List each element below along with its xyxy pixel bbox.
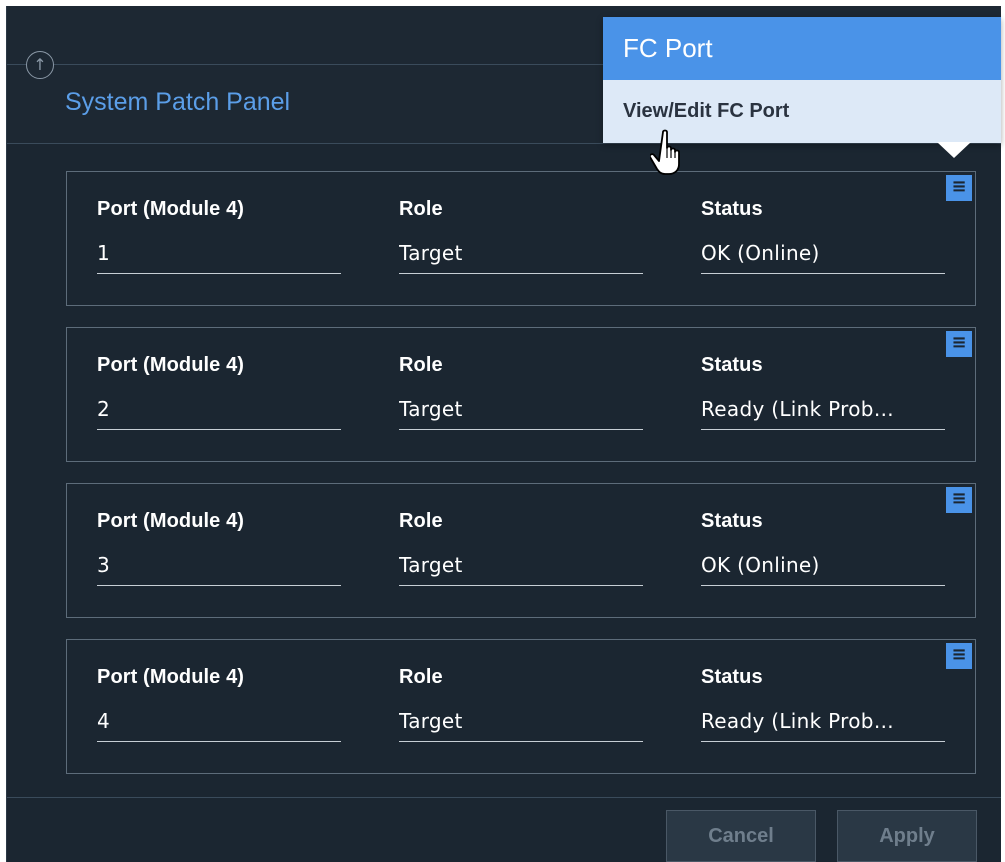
role-value: Target <box>399 709 643 742</box>
status-field: Status OK (Online) <box>701 198 945 274</box>
status-label: Status <box>701 510 763 532</box>
role-value: Target <box>399 241 643 274</box>
popup-title: FC Port <box>603 17 1001 80</box>
status-label: Status <box>701 666 763 688</box>
fc-port-popup-menu: FC Port View/Edit FC Port <box>603 17 1001 143</box>
port-label: Port (Module 4) <box>97 510 245 532</box>
hamburger-menu-icon[interactable]: ≡ <box>946 643 972 669</box>
role-field: Role Target <box>399 666 643 742</box>
port-value: 1 <box>97 241 341 274</box>
apply-button[interactable]: Apply <box>837 810 977 862</box>
port-card-2: Port (Module 4) 2 Role Target Status Rea… <box>66 327 976 462</box>
role-label: Role <box>399 510 443 532</box>
port-field: Port (Module 4) 4 <box>97 666 341 742</box>
role-label: Role <box>399 666 443 688</box>
role-label: Role <box>399 198 443 220</box>
port-value: 3 <box>97 553 341 586</box>
hand-pointer-cursor-icon <box>650 129 680 175</box>
port-card-1: Port (Module 4) 1 Role Target Status OK … <box>66 171 976 306</box>
hamburger-menu-icon[interactable]: ≡ <box>946 175 972 201</box>
header-bottom-divider <box>7 143 1001 144</box>
status-label: Status <box>701 198 763 220</box>
cancel-button[interactable]: Cancel <box>666 810 816 862</box>
arrow-up-circle-icon[interactable]: ↑ <box>26 51 54 79</box>
port-card-4: Port (Module 4) 4 Role Target Status Rea… <box>66 639 976 774</box>
footer-divider <box>7 797 1001 798</box>
status-field: Status OK (Online) <box>701 510 945 586</box>
panel-title: System Patch Panel <box>65 88 291 116</box>
port-field: Port (Module 4) 2 <box>97 354 341 430</box>
port-field: Port (Module 4) 3 <box>97 510 341 586</box>
popup-pointer-arrow <box>937 142 971 158</box>
status-field: Status Ready (Link Prob… <box>701 354 945 430</box>
status-value: OK (Online) <box>701 553 945 586</box>
port-value: 2 <box>97 397 341 430</box>
status-value: Ready (Link Prob… <box>701 397 945 430</box>
hamburger-menu-icon[interactable]: ≡ <box>946 331 972 357</box>
status-value: Ready (Link Prob… <box>701 709 945 742</box>
port-list: Port (Module 4) 1 Role Target Status OK … <box>66 171 976 795</box>
status-value: OK (Online) <box>701 241 945 274</box>
port-label: Port (Module 4) <box>97 666 245 688</box>
role-value: Target <box>399 397 643 430</box>
hamburger-menu-icon[interactable]: ≡ <box>946 487 972 513</box>
port-field: Port (Module 4) 1 <box>97 198 341 274</box>
port-value: 4 <box>97 709 341 742</box>
role-field: Role Target <box>399 354 643 430</box>
port-card-3: Port (Module 4) 3 Role Target Status OK … <box>66 483 976 618</box>
role-field: Role Target <box>399 510 643 586</box>
status-label: Status <box>701 354 763 376</box>
status-field: Status Ready (Link Prob… <box>701 666 945 742</box>
role-value: Target <box>399 553 643 586</box>
port-label: Port (Module 4) <box>97 198 245 220</box>
port-label: Port (Module 4) <box>97 354 245 376</box>
role-field: Role Target <box>399 198 643 274</box>
role-label: Role <box>399 354 443 376</box>
